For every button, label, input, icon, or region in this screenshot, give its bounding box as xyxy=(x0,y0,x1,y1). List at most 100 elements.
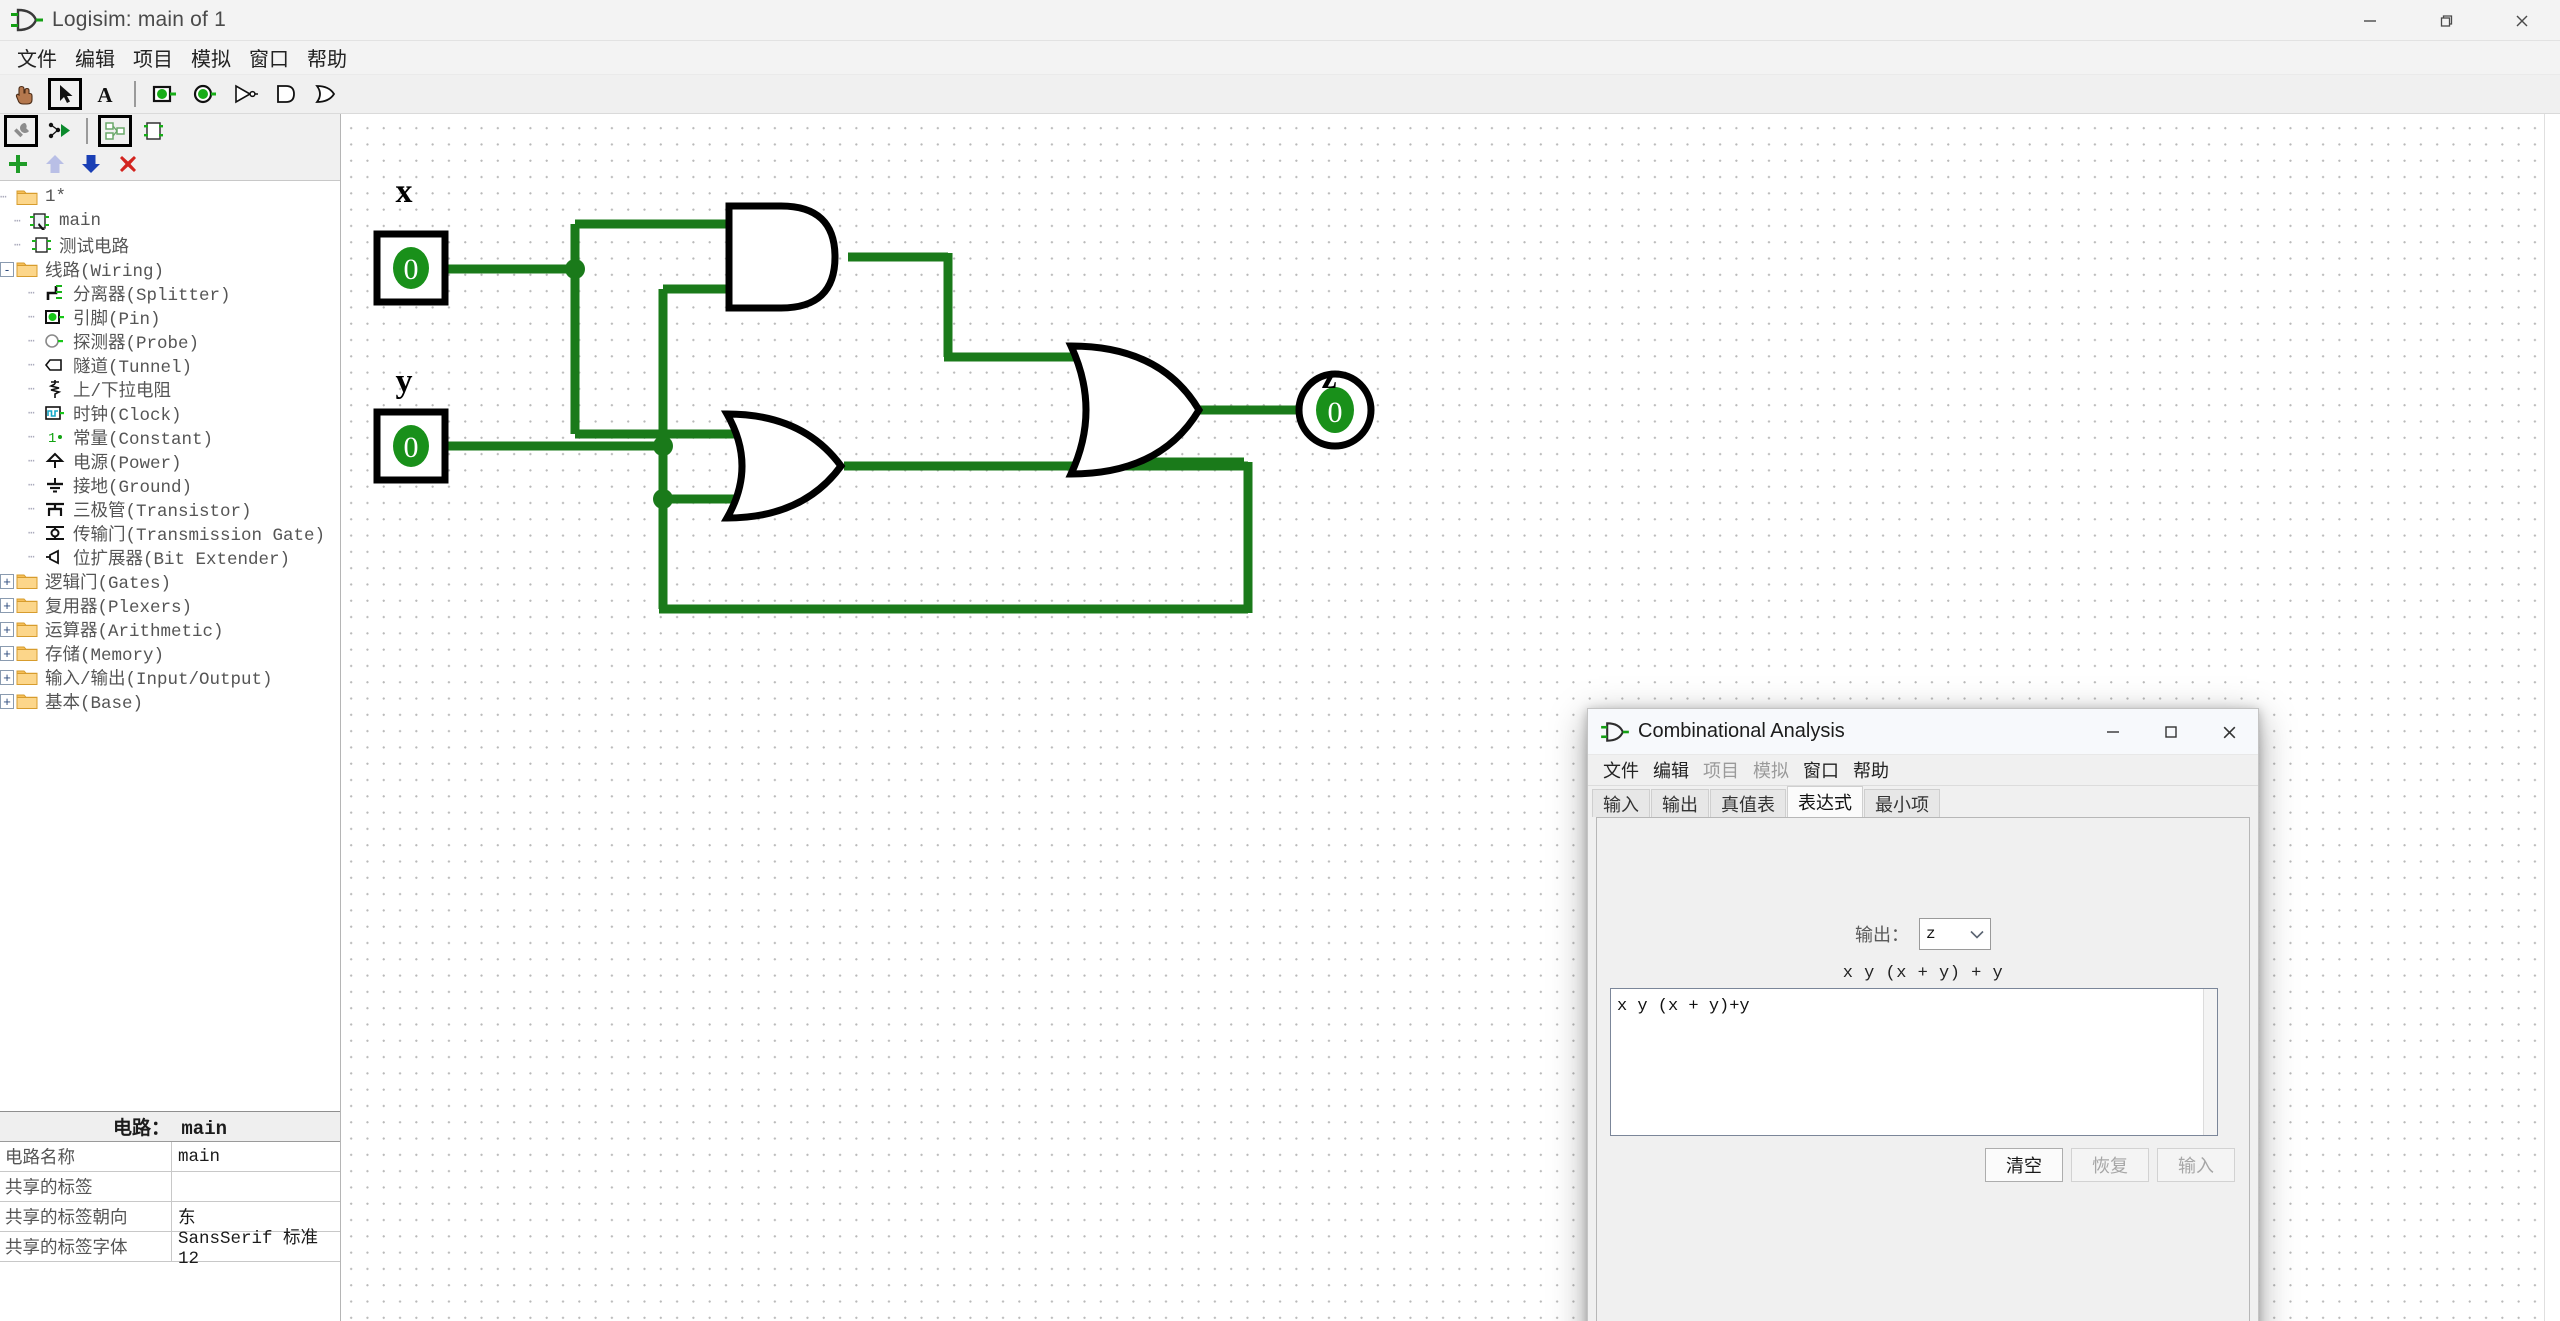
tree-circuit-main[interactable]: ⋯ main xyxy=(0,209,340,233)
expression-input-scrollbar[interactable] xyxy=(2203,989,2217,1135)
tab-expression[interactable]: 表达式 xyxy=(1787,786,1863,817)
tree-tool-pull-resistor[interactable]: ⋯ 上/下拉电阻 xyxy=(0,377,340,402)
select-tool-icon[interactable] xyxy=(48,78,82,110)
property-value[interactable] xyxy=(172,1172,340,1201)
tree-item-label: 上/下拉电阻 xyxy=(73,381,172,402)
properties-table: 电路： main 电路名称 main 共享的标签 共享的标签朝向 东 共享的标签… xyxy=(0,1111,340,1321)
property-key: 共享的标签字体 xyxy=(0,1232,172,1261)
dialog-minimize-button[interactable] xyxy=(2084,709,2142,755)
tree-circuit-test[interactable]: ⋯ 测试电路 xyxy=(0,233,340,258)
tab-outputs[interactable]: 输出 xyxy=(1651,789,1709,817)
property-row-shared-label[interactable]: 共享的标签 xyxy=(0,1172,340,1202)
tree-tool-tunnel[interactable]: ⋯ 隧道(Tunnel) xyxy=(0,353,340,378)
tree-tool-probe[interactable]: ⋯ 探测器(Probe) xyxy=(0,329,340,354)
clear-button[interactable]: 清空 xyxy=(1985,1148,2063,1182)
wire-junctions xyxy=(565,259,673,509)
expression-header: 输出： z x y (x + y) + y xyxy=(1597,818,2249,983)
menu-simulate[interactable]: 模拟 xyxy=(182,41,240,74)
dlg-menu-file[interactable]: 文件 xyxy=(1596,756,1646,784)
tree-library-arithmetic[interactable]: + 运算器(Arithmetic) xyxy=(0,617,340,642)
layout-view-icon[interactable] xyxy=(98,115,132,147)
input-pin-y-label: y xyxy=(396,363,413,400)
output-pin-icon[interactable] xyxy=(188,78,222,110)
menu-window[interactable]: 窗口 xyxy=(240,41,298,74)
tree-tool-ground[interactable]: ⋯ 接地(Ground) xyxy=(0,473,340,498)
not-gate-icon[interactable] xyxy=(228,78,262,110)
canvas-vertical-scrollbar[interactable] xyxy=(2544,114,2560,1321)
appearance-view-icon[interactable] xyxy=(136,115,170,147)
menu-edit[interactable]: 编辑 xyxy=(66,41,124,74)
menu-file[interactable]: 文件 xyxy=(8,41,66,74)
maximize-button[interactable] xyxy=(2408,0,2484,41)
expression-input[interactable]: x y (x + y)+y xyxy=(1610,988,2218,1136)
main-menubar: 文件 编辑 项目 模拟 窗口 帮助 xyxy=(0,41,2560,75)
tree-expander[interactable]: + xyxy=(0,573,14,589)
tree-library-base[interactable]: + 基本(Base) xyxy=(0,689,340,714)
edit-tool-icon[interactable] xyxy=(4,115,38,147)
tab-truth-table[interactable]: 真值表 xyxy=(1710,789,1786,817)
simulate-tool-icon[interactable] xyxy=(42,115,76,147)
dialog-close-button[interactable] xyxy=(2200,709,2258,755)
tree-expander[interactable]: + xyxy=(0,645,14,661)
tree-library-wiring[interactable]: - 线路(Wiring) xyxy=(0,257,340,282)
property-value[interactable]: main xyxy=(172,1142,340,1171)
tree-library-gates[interactable]: + 逻辑门(Gates) xyxy=(0,569,340,594)
tree-item-label: 三极管(Transistor) xyxy=(73,501,252,522)
tree-tool-bit-extender[interactable]: ⋯ 位扩展器(Bit Extender) xyxy=(0,545,340,570)
folder-icon xyxy=(14,692,40,710)
property-row-circuit-name[interactable]: 电路名称 main xyxy=(0,1142,340,1172)
menu-project[interactable]: 项目 xyxy=(124,41,182,74)
tree-library-plexers[interactable]: + 复用器(Plexers) xyxy=(0,593,340,618)
tree-guide: ⋯ xyxy=(14,216,21,228)
output-selector-row: 输出： z xyxy=(1855,918,1991,950)
tab-minterms[interactable]: 最小项 xyxy=(1864,789,1940,817)
tree-tool-power[interactable]: ⋯ 电源(Power) xyxy=(0,449,340,474)
tree-tool-pin[interactable]: ⋯ 引脚(Pin) xyxy=(0,305,340,330)
tree-tool-transmission-gate[interactable]: ⋯ 传输门(Transmission Gate) xyxy=(0,521,340,546)
and-gate-icon[interactable] xyxy=(268,78,302,110)
close-button[interactable] xyxy=(2484,0,2560,41)
tree-tool-constant[interactable]: ⋯ 1 常量(Constant) xyxy=(0,425,340,450)
property-key: 电路名称 xyxy=(0,1142,172,1171)
tree-tool-transistor[interactable]: ⋯ 三极管(Transistor) xyxy=(0,497,340,522)
property-row-shared-label-font[interactable]: 共享的标签字体 SansSerif 标准 12 xyxy=(0,1229,340,1269)
input-pin-icon[interactable] xyxy=(148,78,182,110)
or-gate-icon[interactable] xyxy=(308,78,342,110)
input-pin-x-label: x xyxy=(396,173,413,210)
output-label: 输出： xyxy=(1855,925,1909,945)
property-value[interactable]: SansSerif 标准 12 xyxy=(172,1229,340,1269)
tab-inputs[interactable]: 输入 xyxy=(1592,789,1650,817)
tree-library-io[interactable]: + 输入/输出(Input/Output) xyxy=(0,665,340,690)
combinational-analysis-dialog[interactable]: Combinational Analysis 文件 编辑 项目 模拟 窗口 帮助… xyxy=(1587,708,2259,1321)
minimize-button[interactable] xyxy=(2332,0,2408,41)
tree-expander[interactable]: + xyxy=(0,621,14,637)
tree-expander[interactable]: + xyxy=(0,597,14,613)
dlg-menu-simulate[interactable]: 模拟 xyxy=(1746,756,1796,784)
tree-guide: ⋯ xyxy=(28,504,35,516)
menu-help[interactable]: 帮助 xyxy=(298,41,356,74)
tree-expander[interactable]: + xyxy=(0,693,14,709)
delete-icon[interactable] xyxy=(116,152,140,176)
add-circuit-icon[interactable] xyxy=(6,152,30,176)
dlg-menu-edit[interactable]: 编辑 xyxy=(1646,756,1696,784)
tree-tool-clock[interactable]: ⋯ 时钟(Clock) xyxy=(0,401,340,426)
tree-expander[interactable]: + xyxy=(0,669,14,685)
circuit-canvas-area[interactable]: 0 x 0 y 0 z Combinational Analysis 文件 编辑… xyxy=(341,114,2560,1321)
tree-library-memory[interactable]: + 存储(Memory) xyxy=(0,641,340,666)
poke-tool-icon[interactable] xyxy=(8,78,42,110)
text-tool-icon[interactable]: A xyxy=(88,78,122,110)
tree-tool-splitter[interactable]: ⋯ 分离器(Splitter) xyxy=(0,281,340,306)
tree-project-root[interactable]: ⋯ 1* xyxy=(0,185,340,209)
dlg-menu-window[interactable]: 窗口 xyxy=(1796,756,1846,784)
dialog-title: Combinational Analysis xyxy=(1638,720,1845,742)
output-select[interactable]: z xyxy=(1919,918,1991,950)
dlg-menu-help[interactable]: 帮助 xyxy=(1846,756,1896,784)
dlg-menu-project[interactable]: 项目 xyxy=(1696,756,1746,784)
dialog-maximize-button[interactable] xyxy=(2142,709,2200,755)
tree-expander[interactable]: - xyxy=(0,261,14,277)
input-pin-x-value: 0 xyxy=(404,253,419,286)
probe-icon xyxy=(42,332,68,350)
move-up-icon[interactable] xyxy=(44,152,66,176)
explorer-tree[interactable]: ⋯ 1* ⋯ main ⋯ 测试电路 - 线路(Wiring) ⋯ 分离器(Splitter) ⋯ 引… xyxy=(0,180,340,1111)
move-down-icon[interactable] xyxy=(80,152,102,176)
